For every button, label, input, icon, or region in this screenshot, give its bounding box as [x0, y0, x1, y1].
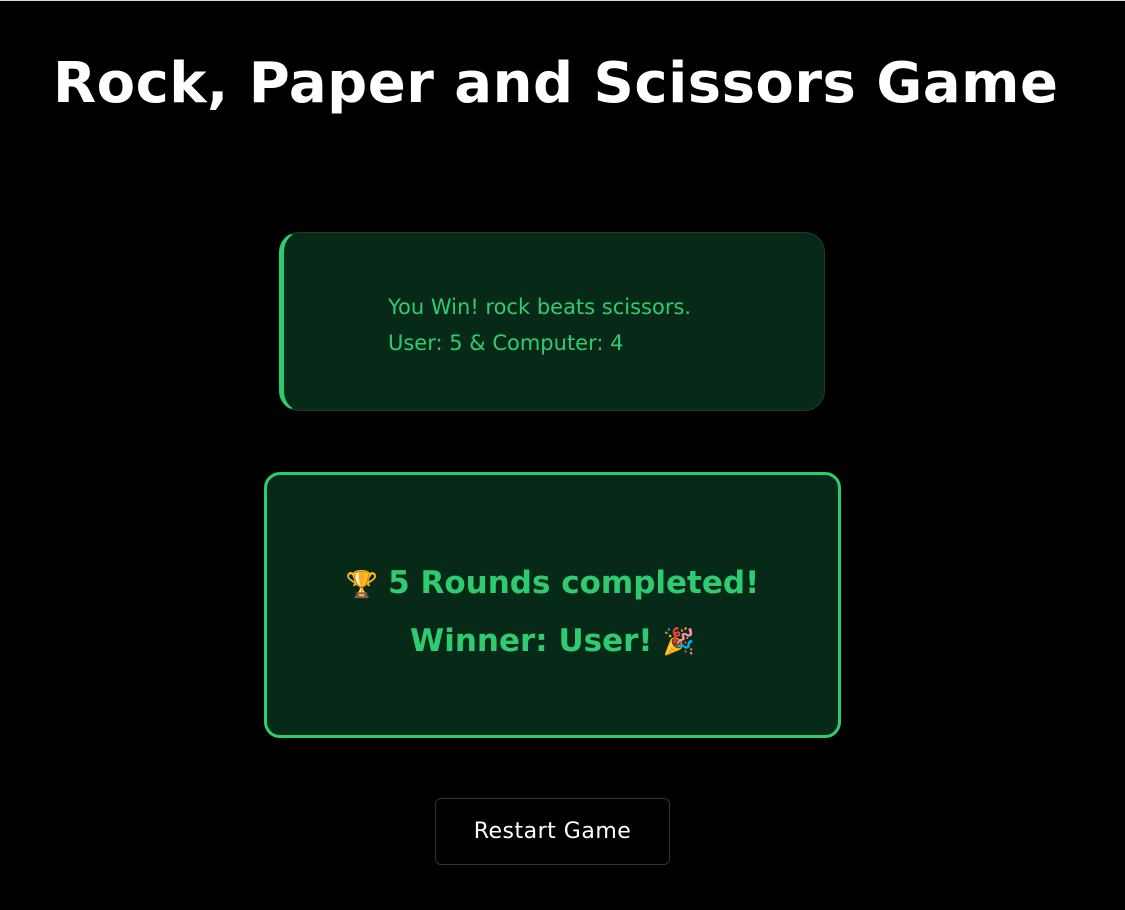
party-popper-icon: 🎉 [662, 627, 695, 657]
game-over-text: 🏆 5 Rounds completed! Winner: User! 🎉 [267, 555, 838, 670]
round-result-text: You Win! rock beats scissors. User: 5 & … [388, 289, 691, 361]
rounds-completed-text: 5 Rounds completed! [388, 565, 760, 601]
page-title: Rock, Paper and Scissors Game [53, 51, 1059, 116]
trophy-icon: 🏆 [345, 569, 379, 600]
restart-game-button[interactable]: Restart Game [435, 798, 670, 865]
winner-line: Winner: User! 🎉 [267, 613, 838, 671]
rounds-completed-line: 🏆 5 Rounds completed! [267, 555, 838, 613]
top-divider [0, 0, 1125, 1]
round-result-message: You Win! rock beats scissors. [388, 295, 692, 319]
score-text: User: 5 & Computer: 4 [388, 331, 624, 355]
game-over-card: 🏆 5 Rounds completed! Winner: User! 🎉 [264, 472, 841, 738]
round-result-card: You Win! rock beats scissors. User: 5 & … [279, 232, 825, 411]
winner-text: Winner: User! [410, 622, 653, 659]
